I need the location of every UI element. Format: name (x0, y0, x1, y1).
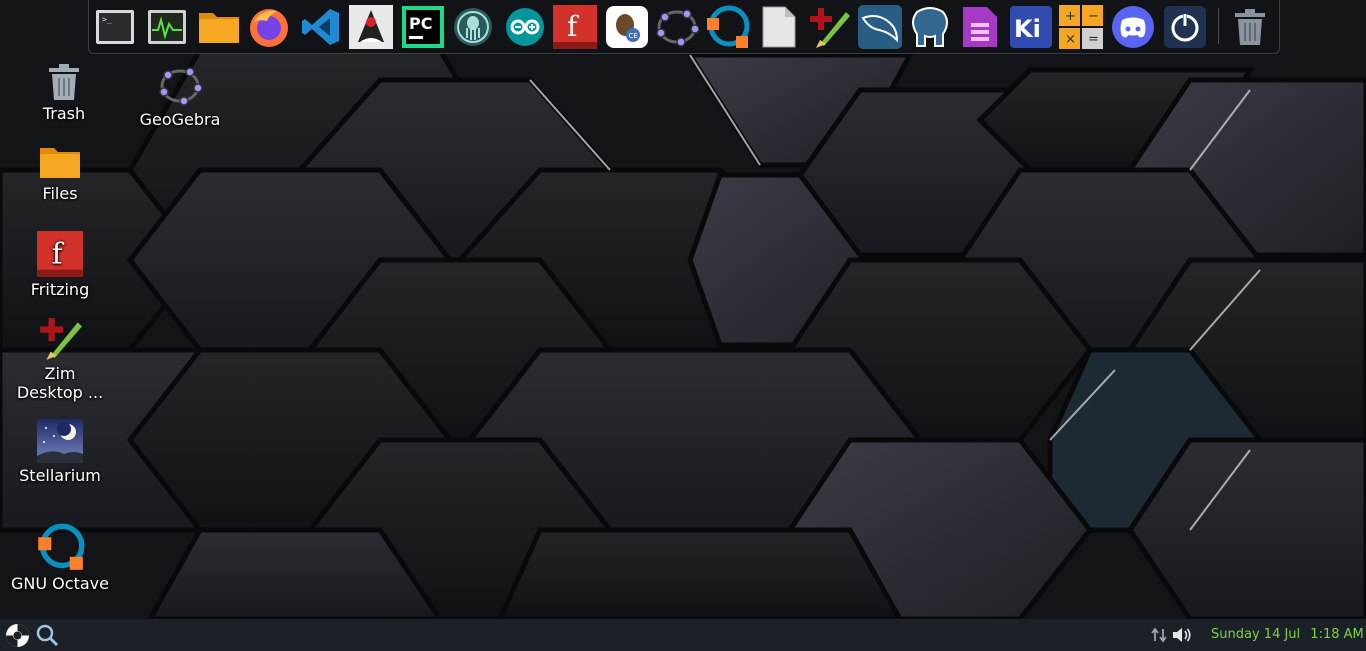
desktop-icon-trash[interactable]: Trash (14, 62, 114, 123)
desktop-icon-zim[interactable]: Zim Desktop ... (10, 314, 110, 402)
geogebra-icon[interactable] (654, 4, 700, 50)
firefox-icon[interactable] (246, 4, 292, 50)
terminal-icon[interactable]: >_ (92, 4, 138, 50)
pycharm-icon[interactable]: PC (400, 4, 446, 50)
desktop-icon-label: Stellarium (19, 466, 101, 485)
desktop-icon-fritzing[interactable]: f Fritzing (10, 230, 110, 299)
text-document-icon[interactable] (756, 4, 802, 50)
svg-text:×: × (1065, 32, 1076, 47)
clock-date: 14 Jul (1263, 627, 1301, 642)
eclipse-che-icon[interactable]: CE (604, 4, 650, 50)
desktop-icon-label: Desktop ... (16, 383, 104, 402)
desktop-icon-label: Fritzing (30, 280, 90, 299)
menu-icon[interactable] (5, 623, 30, 648)
svg-text:+: + (1065, 9, 1076, 24)
clock-time: 1:18 AM (1310, 627, 1364, 642)
desktop-icon-files[interactable]: Files (10, 144, 110, 203)
svg-text:=: = (1088, 32, 1099, 47)
clock[interactable]: Sunday 14 Jul 1:18 AM (1211, 626, 1364, 644)
application-dock: >_ PC f CE Ki + − × = (88, 0, 1280, 54)
folder-icon[interactable] (196, 4, 242, 50)
java-duke-icon[interactable] (348, 4, 394, 50)
discord-icon[interactable] (1110, 4, 1156, 50)
folder-icon (40, 148, 80, 178)
fritzing-icon[interactable]: f (552, 4, 598, 50)
zim-icon[interactable] (806, 4, 852, 50)
vscode-icon[interactable] (298, 4, 344, 50)
volume-icon[interactable] (1172, 627, 1192, 643)
search-icon[interactable] (35, 623, 59, 647)
kicad-icon[interactable]: Ki (1008, 4, 1054, 50)
desktop-icon-label: GeoGebra (139, 110, 221, 129)
trash-icon (49, 64, 79, 100)
desktop-icon-octave[interactable]: GNU Octave (10, 522, 110, 593)
octave-icon (38, 523, 85, 570)
dock-separator (1218, 8, 1219, 44)
calculator-icon[interactable]: + − × = (1058, 4, 1104, 50)
svg-text:Ki: Ki (1014, 15, 1041, 43)
spreadsheet-icon[interactable] (957, 4, 1003, 50)
system-monitor-icon[interactable] (144, 4, 190, 50)
desktop-icon-label: Files (42, 184, 78, 203)
fritzing-icon: f (37, 231, 83, 277)
clock-day: Sunday (1211, 627, 1260, 642)
network-arrows-icon[interactable] (1151, 627, 1168, 643)
desktop-icon-label: Zim (44, 364, 76, 383)
desktop-icon-label: GNU Octave (11, 574, 109, 593)
svg-text:CE: CE (629, 32, 638, 40)
taskbar: Sunday 14 Jul 1:18 AM (0, 619, 1366, 651)
desktop-icon-geogebra[interactable]: GeoGebra (130, 64, 230, 129)
svg-text:>_: >_ (102, 15, 112, 24)
zim-icon (40, 318, 82, 360)
power-icon[interactable] (1162, 4, 1208, 50)
gitkraken-icon[interactable] (450, 4, 496, 50)
postgresql-icon[interactable] (907, 4, 953, 50)
svg-text:PC: PC (409, 14, 432, 33)
octave-icon[interactable] (704, 4, 750, 50)
desktop-icon-stellarium[interactable]: Stellarium (10, 418, 110, 485)
geogebra-icon (159, 67, 203, 106)
mysql-workbench-icon[interactable] (857, 4, 903, 50)
desktop-icon-label: Trash (42, 104, 86, 123)
arduino-icon[interactable] (502, 4, 548, 50)
stellarium-icon (37, 419, 83, 463)
svg-text:−: − (1088, 9, 1099, 24)
trash-icon[interactable] (1227, 4, 1273, 50)
